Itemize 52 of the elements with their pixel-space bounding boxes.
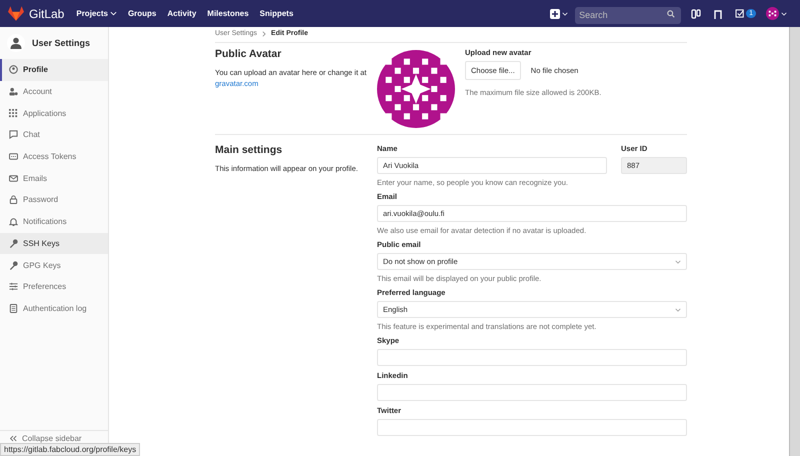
sidebar-item[interactable]: Access Tokens bbox=[0, 146, 108, 168]
sidebar-item[interactable]: Password bbox=[0, 189, 108, 211]
sidebar-title: User Settings bbox=[32, 38, 90, 48]
menu-item-icon bbox=[9, 195, 18, 204]
user-icon bbox=[7, 34, 25, 52]
nav-link[interactable]: Groups bbox=[128, 9, 156, 18]
caret-icon bbox=[675, 308, 681, 312]
chevron-icon bbox=[262, 30, 266, 36]
menu-item-icon bbox=[9, 304, 18, 313]
status-url-tooltip: https://gitlab.fabcloud.org/profile/keys bbox=[0, 443, 140, 456]
user-avatar-icon[interactable] bbox=[766, 7, 787, 20]
brand-name[interactable]: GitLab bbox=[29, 6, 64, 20]
nav-link[interactable]: Projects bbox=[76, 9, 108, 18]
search-icon bbox=[667, 10, 676, 18]
menu-item-icon bbox=[9, 282, 18, 292]
menu-item-icon bbox=[9, 174, 18, 183]
text-field[interactable] bbox=[377, 419, 687, 436]
sidebar-item[interactable]: Authentication log bbox=[0, 298, 108, 320]
menu-item-icon bbox=[9, 87, 18, 96]
menu-item-icon bbox=[9, 152, 18, 162]
sidebar-item[interactable]: Chat bbox=[0, 124, 108, 146]
sidebar-item[interactable]: SSH Keys bbox=[0, 232, 108, 254]
sidebar-item[interactable]: Account bbox=[0, 80, 108, 102]
text-field[interactable] bbox=[377, 384, 687, 401]
double-chevron-icon bbox=[9, 435, 17, 442]
menu-item-icon bbox=[9, 260, 18, 270]
nav-link[interactable]: Activity bbox=[167, 9, 196, 18]
text-field[interactable] bbox=[377, 349, 687, 366]
sidebar-item[interactable]: GPG Keys bbox=[0, 254, 108, 276]
scrollbar[interactable] bbox=[789, 27, 800, 456]
search-field[interactable]: Search bbox=[575, 6, 682, 24]
nav-link[interactable]: Milestones bbox=[207, 9, 249, 18]
identicon-avatar-icon bbox=[377, 50, 455, 128]
sidebar-item[interactable]: Emails bbox=[0, 167, 108, 190]
board-icon[interactable] bbox=[691, 8, 702, 18]
menu-item-icon bbox=[9, 65, 18, 74]
section-title: Main settings bbox=[215, 144, 284, 156]
caret-icon bbox=[675, 260, 681, 264]
new-item-icon[interactable] bbox=[550, 8, 568, 18]
sidebar-item[interactable]: Applications bbox=[0, 102, 108, 124]
sidebar-item[interactable]: Notifications bbox=[0, 210, 108, 232]
menu-item-icon bbox=[9, 130, 18, 140]
caret-icon[interactable] bbox=[110, 11, 117, 16]
merge-request-icon[interactable] bbox=[713, 8, 724, 18]
fox-logo-icon[interactable] bbox=[8, 6, 24, 21]
sidebar-item[interactable]: Profile bbox=[0, 59, 108, 81]
nav-link[interactable]: Snippets bbox=[260, 9, 294, 18]
menu-item-icon bbox=[9, 217, 18, 226]
sidebar-item[interactable]: Preferences bbox=[0, 276, 108, 298]
menu-item-icon bbox=[9, 238, 18, 248]
section-title: Public Avatar bbox=[215, 48, 282, 60]
menu-item-icon bbox=[9, 108, 18, 118]
